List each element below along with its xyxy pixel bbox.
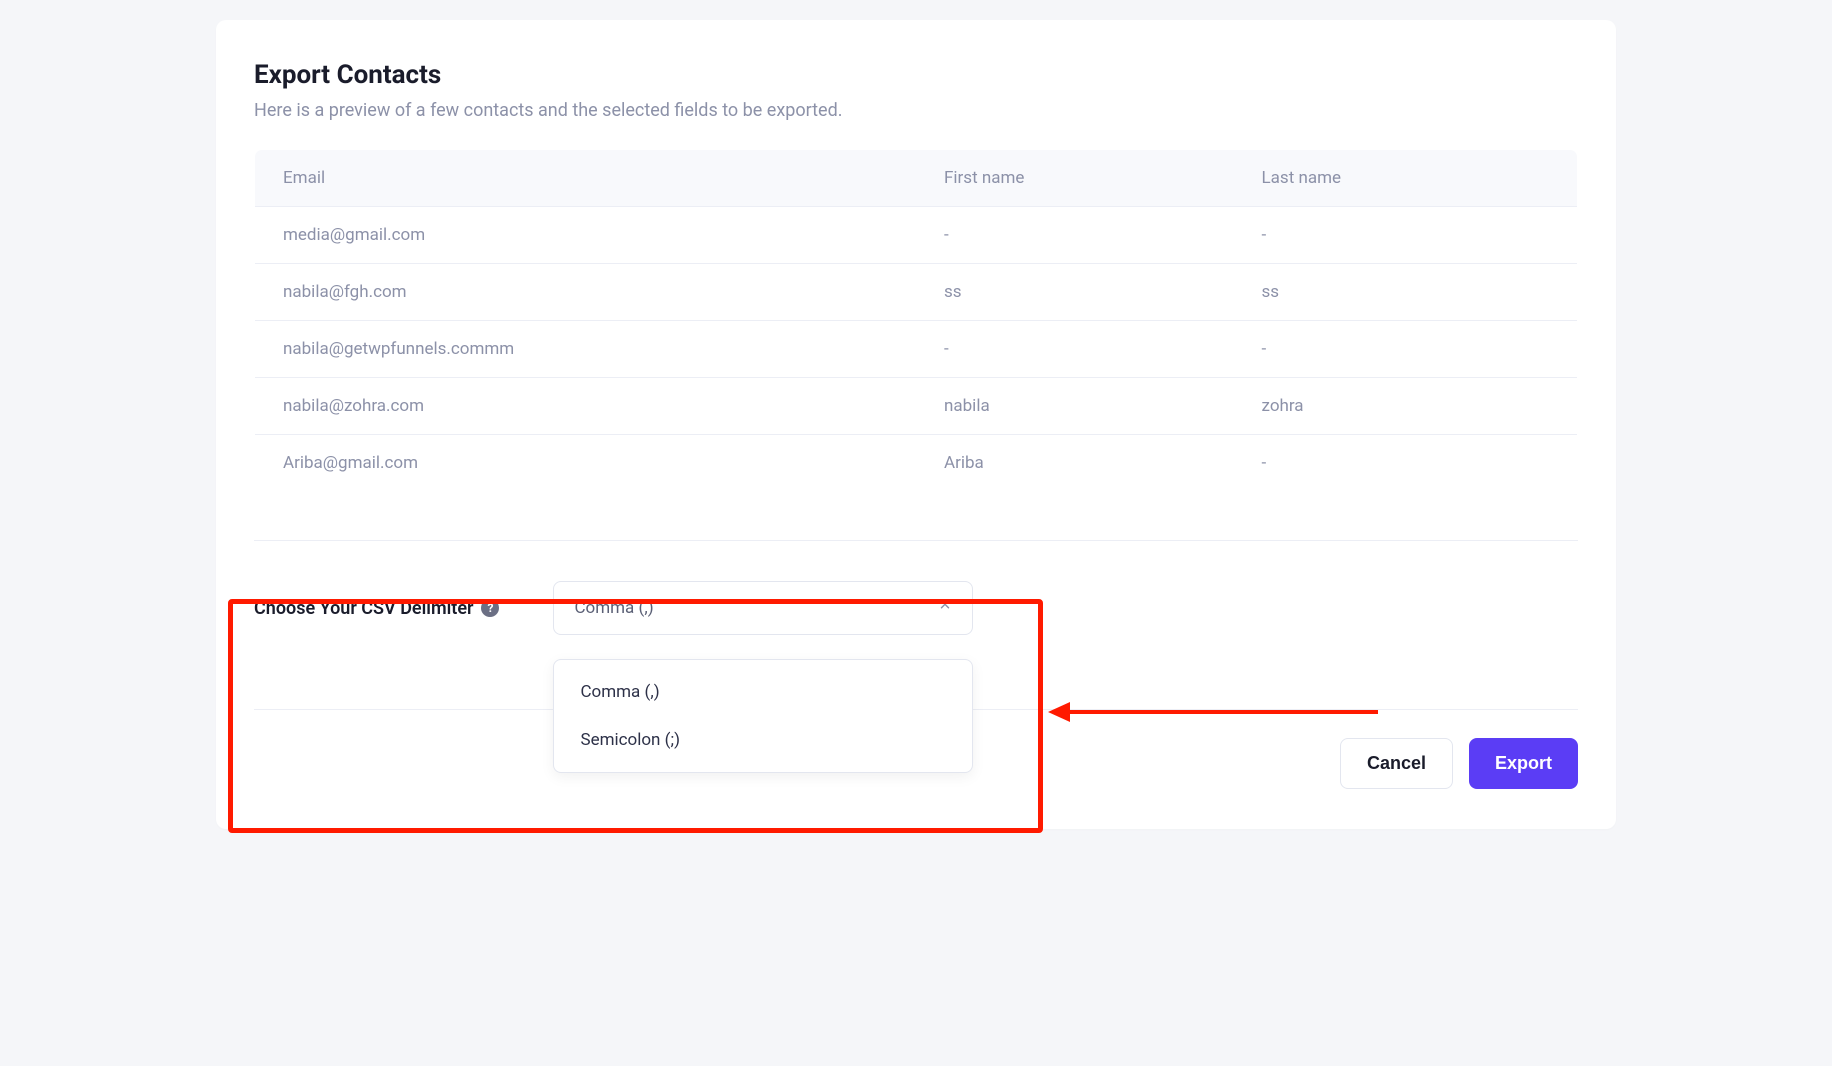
- cell-last-name: ss: [1234, 264, 1578, 321]
- export-button[interactable]: Export: [1469, 738, 1578, 789]
- cell-first-name: Ariba: [916, 435, 1234, 492]
- page-subtitle: Here is a preview of a few contacts and …: [254, 100, 1578, 121]
- delimiter-selected-value: Comma (,): [574, 598, 653, 618]
- annotation-arrow-icon: [1048, 692, 1383, 732]
- cell-last-name: -: [1234, 435, 1578, 492]
- cell-email: nabila@getwpfunnels.commm: [255, 321, 917, 378]
- delimiter-label-text: Choose Your CSV Delimiter: [254, 598, 473, 619]
- chevron-up-icon: [938, 599, 952, 617]
- delimiter-option-comma[interactable]: Comma (,): [554, 668, 972, 716]
- cell-last-name: -: [1234, 321, 1578, 378]
- delimiter-section: Choose Your CSV Delimiter ? Comma (,) Co…: [254, 581, 1578, 635]
- delimiter-select-wrap: Comma (,) Comma (,) Semicolon (;): [553, 581, 973, 635]
- cell-email: nabila@fgh.com: [255, 264, 917, 321]
- delimiter-option-semicolon[interactable]: Semicolon (;): [554, 716, 972, 764]
- page-title: Export Contacts: [254, 60, 1578, 90]
- cell-first-name: ss: [916, 264, 1234, 321]
- table-row: Ariba@gmail.com Ariba -: [255, 435, 1578, 492]
- col-email: Email: [255, 150, 917, 207]
- cancel-button[interactable]: Cancel: [1340, 738, 1453, 789]
- cell-first-name: -: [916, 321, 1234, 378]
- table-header-row: Email First name Last name: [255, 150, 1578, 207]
- cell-last-name: zohra: [1234, 378, 1578, 435]
- help-icon[interactable]: ?: [481, 599, 499, 617]
- table-row: nabila@zohra.com nabila zohra: [255, 378, 1578, 435]
- table-row: media@gmail.com - -: [255, 207, 1578, 264]
- table-row: nabila@fgh.com ss ss: [255, 264, 1578, 321]
- col-last-name: Last name: [1234, 150, 1578, 207]
- col-first-name: First name: [916, 150, 1234, 207]
- cell-email: nabila@zohra.com: [255, 378, 917, 435]
- table-row: nabila@getwpfunnels.commm - -: [255, 321, 1578, 378]
- cell-first-name: nabila: [916, 378, 1234, 435]
- delimiter-dropdown: Comma (,) Semicolon (;): [553, 659, 973, 773]
- cell-first-name: -: [916, 207, 1234, 264]
- cell-email: Ariba@gmail.com: [255, 435, 917, 492]
- delimiter-select[interactable]: Comma (,): [553, 581, 973, 635]
- cell-last-name: -: [1234, 207, 1578, 264]
- delimiter-label: Choose Your CSV Delimiter ?: [254, 598, 499, 619]
- export-contacts-card: Export Contacts Here is a preview of a f…: [216, 20, 1616, 829]
- cell-email: media@gmail.com: [255, 207, 917, 264]
- contacts-preview-table: Email First name Last name media@gmail.c…: [254, 149, 1578, 492]
- section-divider: [254, 540, 1578, 541]
